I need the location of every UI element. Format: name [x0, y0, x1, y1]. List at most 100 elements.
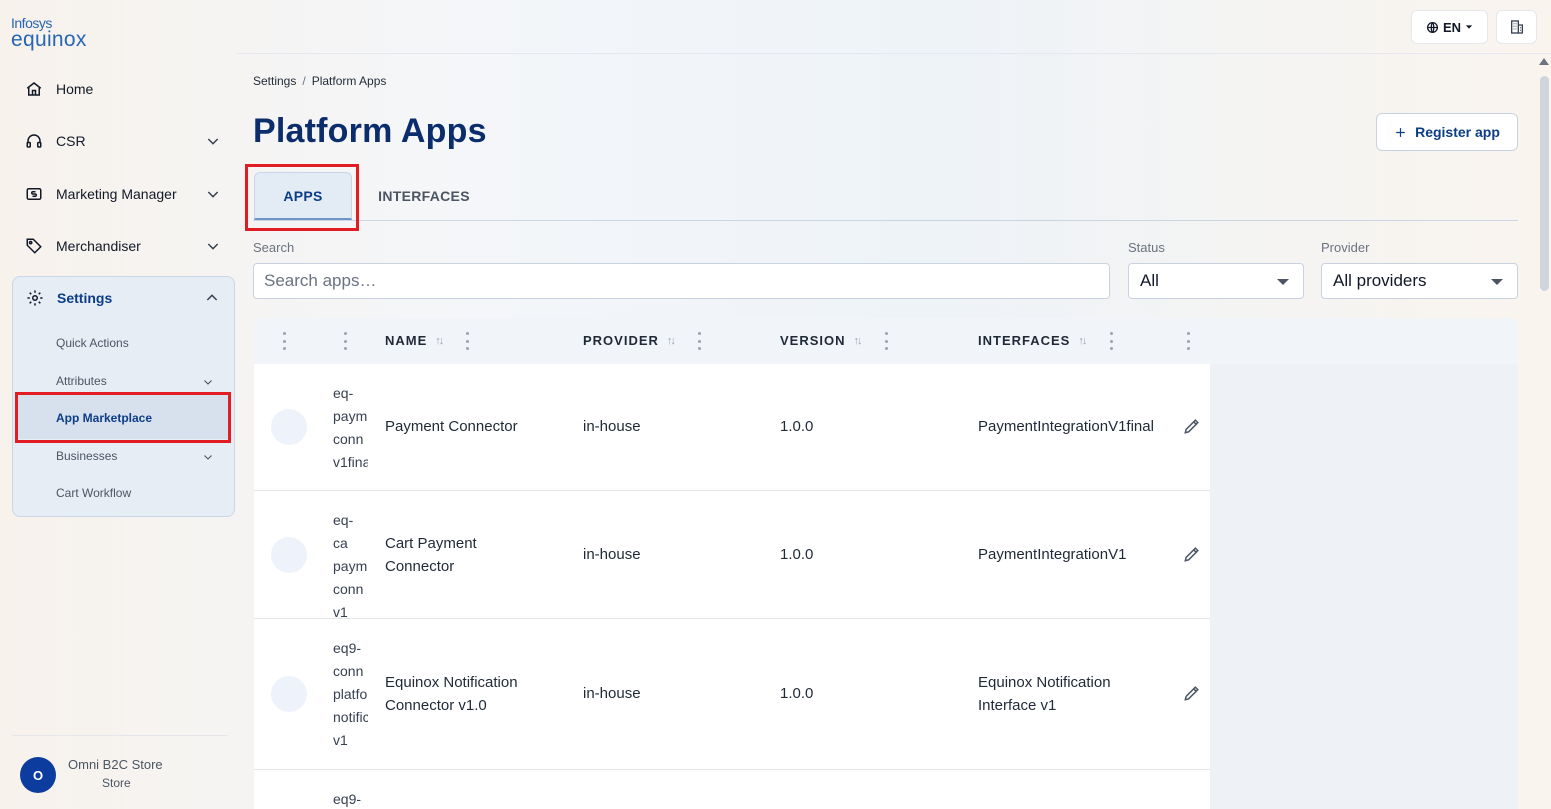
breadcrumb-settings[interactable]: Settings: [253, 74, 296, 88]
chevron-down-icon[interactable]: [205, 186, 221, 202]
provider-select[interactable]: All providers: [1321, 263, 1518, 299]
column-header-provider[interactable]: PROVIDER ↑↓: [583, 333, 676, 348]
avatar: O: [20, 757, 56, 793]
gear-icon: [25, 288, 45, 308]
app-logo-placeholder: [271, 676, 307, 712]
sidebar-item-csr[interactable]: CSR: [12, 121, 235, 161]
user-name: Omni B2C Store: [68, 757, 163, 772]
breadcrumb-current: Platform Apps: [311, 74, 387, 88]
page-title: Platform Apps: [253, 112, 487, 150]
search-input[interactable]: [253, 263, 1110, 299]
column-menu-icon[interactable]: [465, 332, 469, 350]
sidebar-item-label: Merchandiser: [56, 238, 141, 254]
sort-icon[interactable]: ↑↓: [854, 335, 863, 347]
search-label: Search: [253, 240, 295, 255]
chevron-down-icon[interactable]: [205, 133, 221, 149]
app-name-cell: Payment Connector: [385, 418, 518, 435]
user-profile[interactable]: O Omni B2C Store Store: [12, 735, 228, 809]
sort-icon[interactable]: ↑↓: [435, 335, 444, 347]
column-menu-icon[interactable]: [1186, 332, 1190, 350]
table-row[interactable]: eq9- conn platfo notific v1 Equinox Noti…: [254, 619, 1210, 770]
app-name-cell: Cart Payment Connector: [385, 535, 477, 575]
app-logo-placeholder: [271, 409, 307, 445]
app-name-cell: Equinox Notification Connector v1.0: [385, 674, 518, 714]
page-scrollbar[interactable]: [1538, 56, 1551, 809]
language-label: EN: [1442, 19, 1462, 35]
dollar-box-icon: [24, 184, 44, 204]
app-version-cell: 1.0.0: [780, 418, 814, 435]
column-menu-icon[interactable]: [282, 332, 286, 350]
sidebar-subitem-cart-workflow[interactable]: Cart Workflow: [56, 486, 131, 500]
scroll-up-arrow-icon[interactable]: [1539, 58, 1549, 65]
highlight-apps-tab: [245, 164, 359, 231]
column-header-version[interactable]: VERSION ↑↓: [780, 333, 863, 348]
sidebar-item-label: Settings: [57, 290, 113, 306]
column-menu-icon[interactable]: [697, 332, 701, 350]
breadcrumb-separator: /: [302, 74, 306, 88]
column-menu-icon[interactable]: [343, 332, 347, 350]
headset-icon: [24, 131, 44, 151]
column-label: NAME: [385, 333, 428, 348]
app-logo-placeholder: [271, 537, 307, 573]
user-role: Store: [102, 776, 131, 790]
column-label: INTERFACES: [978, 333, 1071, 348]
table-row[interactable]: eq-ca paym conn v1 Cart Payment Connecto…: [254, 491, 1210, 620]
column-menu-icon[interactable]: [1109, 332, 1113, 350]
infosys-equinox-logo[interactable]: Infosys equinox: [11, 16, 87, 50]
sort-icon[interactable]: ↑↓: [1078, 335, 1087, 347]
table-row[interactable]: eq9-: [254, 770, 1210, 809]
app-id-cell: eq9- conn platfo notific v1: [333, 640, 368, 748]
highlight-app-marketplace: [15, 392, 231, 443]
app-provider-cell: in-house: [583, 418, 641, 435]
app-provider-cell: in-house: [583, 685, 641, 702]
column-menu-icon[interactable]: [884, 332, 888, 350]
language-selector[interactable]: EN: [1411, 10, 1488, 44]
pencil-icon[interactable]: [1182, 683, 1202, 703]
sort-icon[interactable]: ↑↓: [667, 335, 676, 347]
table-header: NAME ↑↓ PROVIDER ↑↓ VERSION ↑↓ INTERFACES ↑↓: [254, 318, 1518, 364]
pencil-icon[interactable]: [1182, 416, 1202, 436]
app-provider-cell: in-house: [583, 546, 641, 563]
apps-table: NAME ↑↓ PROVIDER ↑↓ VERSION ↑↓ INTERFACES ↑↓…: [254, 318, 1518, 809]
status-label: Status: [1128, 240, 1165, 255]
sidebar-item-label: Marketing Manager: [56, 186, 177, 202]
sidebar-subitem-attributes[interactable]: Attributes: [56, 374, 107, 388]
scrollbar-thumb[interactable]: [1540, 76, 1549, 291]
app-id-cell: eq- paym conn v1fina: [333, 385, 368, 470]
chevron-down-icon[interactable]: [205, 238, 221, 254]
register-app-button[interactable]: Register app: [1376, 113, 1518, 151]
caret-down-icon: [1465, 25, 1473, 29]
provider-label: Provider: [1321, 240, 1370, 255]
app-version-cell: 1.0.0: [780, 685, 814, 702]
sidebar-item-marketing-manager[interactable]: Marketing Manager: [12, 174, 235, 214]
building-icon: [1510, 20, 1523, 34]
sidebar-item-home[interactable]: Home: [12, 69, 235, 109]
caret-down-icon: [1491, 279, 1503, 285]
column-header-interfaces[interactable]: INTERFACES ↑↓: [978, 333, 1087, 348]
tab-interfaces[interactable]: INTERFACES: [362, 172, 486, 220]
sidebar-subitem-quick-actions[interactable]: Quick Actions: [56, 336, 129, 350]
column-label: PROVIDER: [583, 333, 659, 348]
sidebar-item-settings[interactable]: Settings: [13, 277, 234, 319]
app-interfaces-cell: PaymentIntegrationV1: [978, 546, 1127, 563]
sidebar-item-label: Home: [56, 81, 94, 97]
sidebar: Infosys equinox Home CSR Marketing Manag…: [0, 0, 236, 809]
sidebar-item-merchandiser[interactable]: Merchandiser: [12, 226, 235, 266]
status-value: All: [1140, 271, 1159, 290]
column-label: VERSION: [780, 333, 846, 348]
sidebar-subitem-businesses[interactable]: Businesses: [56, 449, 117, 463]
table-row[interactable]: eq- paym conn v1fina Payment Connector i…: [254, 364, 1210, 491]
column-header-name[interactable]: NAME ↑↓: [385, 333, 444, 348]
provider-value: All providers: [1333, 271, 1427, 290]
sidebar-item-label: CSR: [56, 133, 86, 149]
register-app-label: Register app: [1415, 124, 1500, 140]
tag-icon: [24, 236, 44, 256]
store-switcher-button[interactable]: [1496, 10, 1537, 44]
chevron-up-icon[interactable]: [204, 290, 220, 306]
app-interfaces-cell: PaymentIntegrationV1final: [978, 418, 1154, 435]
chevron-down-icon[interactable]: [202, 451, 214, 463]
status-select[interactable]: All: [1128, 263, 1304, 299]
app-interfaces-cell: Equinox Notification Interface v1: [978, 674, 1111, 714]
pencil-icon[interactable]: [1182, 544, 1202, 564]
chevron-down-icon[interactable]: [202, 376, 214, 388]
